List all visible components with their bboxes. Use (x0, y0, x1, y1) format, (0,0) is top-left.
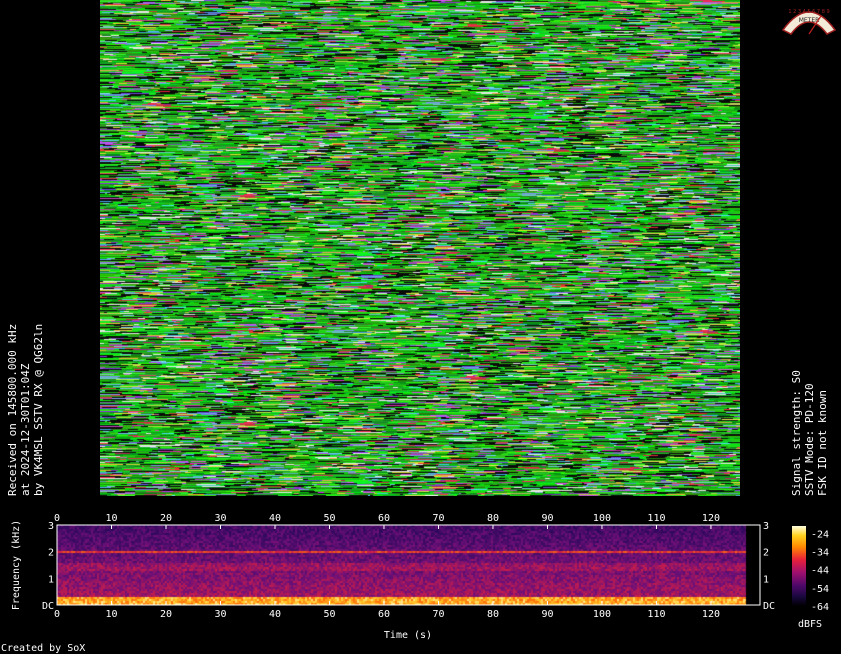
x-tick-label-top: 50 (323, 513, 335, 524)
x-tick-label-bottom: 120 (702, 609, 720, 620)
x-tick-label-top: 110 (647, 513, 665, 524)
y-tick-label-right: 1 (763, 574, 769, 585)
x-tick-label-bottom: 30 (214, 609, 226, 620)
y-tick-label-left: 3 (48, 521, 54, 532)
x-tick-label-top: 40 (269, 513, 281, 524)
x-tick-label-top: 10 (105, 513, 117, 524)
x-tick-label-top: 30 (214, 513, 226, 524)
x-tick-label-bottom: 100 (593, 609, 611, 620)
x-tick-label-bottom: 20 (160, 609, 172, 620)
x-tick-label-bottom: 40 (269, 609, 281, 620)
y-tick-label-right: 3 (763, 521, 769, 532)
spectrogram-axes: 0 10 20 30 40 50 60 70 80 90 100 110 120 0 10 20 30 40 50… (1, 513, 829, 654)
x-tick-label-top: 80 (487, 513, 499, 524)
x-tick-label-top: 90 (541, 513, 553, 524)
spectrogram-frame (56, 524, 761, 606)
colorbar-tick-label: -44 (811, 566, 829, 577)
colorbar-tick-label: -64 (811, 602, 829, 613)
x-axis-label: Time (s) (384, 630, 432, 641)
footer-created-by: Created by SoX (1, 643, 85, 654)
x-tick-label-bottom: 70 (432, 609, 444, 620)
y-tick-label-right: DC (763, 601, 775, 612)
y-tick-label-left: 2 (48, 548, 54, 559)
y-tick-label-left: DC (42, 601, 54, 612)
x-tick-label-bottom: 0 (54, 609, 60, 620)
x-tick-label-bottom: 60 (378, 609, 390, 620)
colorbar-tick-label: -34 (811, 547, 829, 558)
colorbar-tick-label: -24 (811, 529, 829, 540)
colorbar-tick-label: -54 (811, 584, 829, 595)
x-tick-label-top: 0 (54, 513, 60, 524)
colorbar-label: dBFS (798, 619, 822, 630)
x-tick-label-top: 60 (378, 513, 390, 524)
x-tick-label-bottom: 90 (541, 609, 553, 620)
x-tick-label-top: 20 (160, 513, 172, 524)
x-tick-label-top: 100 (593, 513, 611, 524)
y-tick-label-left: 1 (48, 574, 54, 585)
x-tick-label-bottom: 10 (105, 609, 117, 620)
x-tick-label-top: 70 (432, 513, 444, 524)
x-tick-label-bottom: 110 (647, 609, 665, 620)
x-tick-label-bottom: 80 (487, 609, 499, 620)
y-axis-label: Frequency (kHz) (11, 520, 22, 610)
x-tick-label-top: 120 (702, 513, 720, 524)
x-tick-label-bottom: 50 (323, 609, 335, 620)
y-tick-label-right: 2 (763, 548, 769, 559)
